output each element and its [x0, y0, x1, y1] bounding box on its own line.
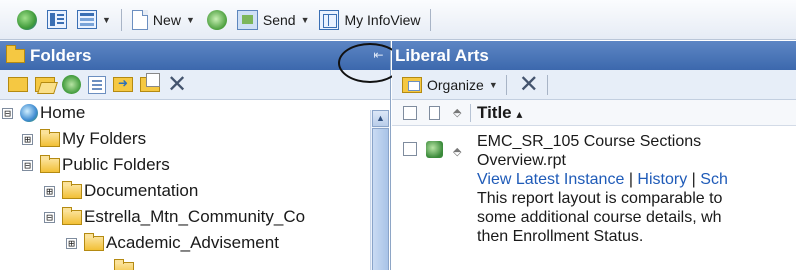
report-title-line-1[interactable]: EMC_SR_105 Course Sections: [477, 132, 728, 151]
list-view-button[interactable]: ▼: [74, 7, 114, 33]
folder-icon[interactable]: [8, 77, 28, 92]
folder-icon: [6, 44, 25, 63]
chevron-down-icon: ▼: [488, 79, 498, 90]
folders-title: Folders: [30, 45, 92, 65]
toolbar-separator: [120, 8, 122, 31]
column-divider: [470, 104, 471, 122]
tree-item-my-folders[interactable]: ⊞ My Folders: [22, 128, 146, 150]
send-refresh-button[interactable]: [204, 7, 230, 33]
expand-toggle[interactable]: ⊞: [44, 185, 55, 197]
organize-icon: [402, 76, 422, 93]
type-column-icon[interactable]: [429, 106, 440, 120]
link-separator: |: [691, 171, 701, 188]
organize-label: Organize: [427, 76, 484, 93]
infoview-icon: [319, 9, 340, 30]
collapse-toggle[interactable]: ⊟: [44, 211, 55, 223]
select-all-checkbox[interactable]: [403, 106, 417, 120]
folder-icon: [84, 232, 104, 251]
chevron-down-icon: ▼: [300, 14, 310, 25]
pin-column-icon[interactable]: ⬘: [453, 106, 461, 119]
schedule-link[interactable]: Sch: [700, 171, 728, 188]
scroll-up-arrow-icon[interactable]: ▲: [372, 110, 389, 127]
pin-icon[interactable]: ⬘: [453, 143, 461, 162]
tree-item-estrella[interactable]: ⊟ Estrella_Mtn_Community_Co: [44, 206, 305, 228]
send-label: Send: [262, 11, 296, 28]
copy-folder-icon[interactable]: [140, 73, 160, 92]
folder-icon: [114, 258, 134, 270]
title-column-header[interactable]: Title ▴: [477, 103, 522, 123]
folder-icon: [62, 180, 82, 199]
collapse-toggle[interactable]: ⊟: [2, 107, 13, 119]
folder-icon: [40, 128, 60, 147]
content-toolbar: Organize ▼ ✕: [392, 70, 796, 100]
tree-scrollbar[interactable]: ▲: [370, 110, 389, 270]
item-checkbox[interactable]: [403, 142, 417, 156]
crystal-report-icon: [426, 141, 443, 158]
folder-icon: [62, 206, 82, 225]
content-header: Liberal Arts: [392, 41, 796, 70]
list-view-icon: [77, 10, 97, 29]
send-icon: [236, 9, 258, 30]
home-icon: [20, 104, 38, 122]
main-toolbar: ▼ New ▼ Send ▼ My InfoView: [0, 0, 796, 40]
refresh-icon: [17, 9, 37, 30]
tree-item-public-folders[interactable]: ⊟ Public Folders: [22, 154, 170, 176]
tree-item-academic-advisement[interactable]: ⊞ Academic_Advisement: [66, 232, 279, 254]
report-description-line-2: some additional course details, wh: [477, 209, 722, 226]
report-description-line-3: then Enrollment Status.: [477, 228, 644, 245]
folders-toolbar: ✕: [0, 70, 390, 100]
tree-item-label: Documentation: [84, 181, 199, 200]
my-infoview-label: My InfoView: [344, 11, 421, 28]
tree-item-home[interactable]: ⊟ Home: [2, 102, 85, 124]
tree-item-label: Home: [40, 103, 86, 122]
folders-header: Folders ⇤: [0, 41, 390, 70]
tree-view-button[interactable]: [44, 7, 70, 33]
tree-item-documentation[interactable]: ⊞ Documentation: [44, 180, 198, 202]
delete-icon[interactable]: ✕: [519, 72, 539, 96]
tree-item-label: My Folders: [62, 129, 147, 148]
folder-title: Liberal Arts: [395, 45, 489, 65]
collapse-toggle[interactable]: ⊟: [22, 159, 33, 171]
title-column-label: Title: [477, 103, 512, 122]
organize-button[interactable]: Organize ▼: [402, 72, 498, 98]
chevron-down-icon: ▼: [185, 14, 195, 25]
content-pane: Liberal Arts Organize ▼ ✕ ⬘ Title ▴ ⬘ EM…: [392, 41, 796, 270]
new-document-icon: [131, 9, 148, 30]
open-folder-icon[interactable]: [35, 77, 55, 92]
tree-item-label: Academic_Advisement: [106, 233, 279, 252]
scroll-thumb[interactable]: [372, 128, 389, 270]
my-infoview-button[interactable]: My InfoView: [316, 7, 423, 33]
schedule-icon: [206, 9, 227, 30]
history-link[interactable]: History: [637, 171, 687, 188]
expand-toggle[interactable]: ⊞: [22, 133, 33, 145]
tree-item-label: Public Folders: [62, 155, 170, 174]
tree-view-icon: [47, 10, 67, 29]
expand-toggle[interactable]: ⊞: [66, 237, 77, 249]
folder-icon: [40, 154, 60, 173]
collapse-pane-button[interactable]: ⇤: [372, 47, 385, 63]
delete-icon[interactable]: ✕: [167, 72, 187, 96]
tree-item-partial[interactable]: [114, 258, 136, 270]
toolbar-separator: [430, 8, 432, 31]
toolbar-separator: [505, 74, 507, 95]
chevron-down-icon: ▼: [102, 14, 111, 25]
tree-item-label: Estrella_Mtn_Community_Co: [84, 207, 306, 226]
folder-tree: ⊟ Home ⊞ My Folders ⊟ Public Folders ⊞ D…: [0, 100, 390, 270]
move-folder-icon[interactable]: [113, 76, 133, 92]
properties-icon[interactable]: [88, 75, 106, 94]
report-description-line-1: This report layout is comparable to: [477, 190, 723, 207]
list-item: ⬘ EMC_SR_105 Course Sections Overview.rp…: [392, 126, 796, 246]
refresh-icon[interactable]: [62, 75, 81, 94]
refresh-button[interactable]: [14, 7, 40, 33]
view-latest-instance-link[interactable]: View Latest Instance: [477, 171, 624, 188]
new-button[interactable]: New ▼: [129, 7, 198, 33]
list-column-header: ⬘ Title ▴: [392, 100, 796, 126]
report-title-line-2[interactable]: Overview.rpt: [477, 151, 728, 170]
sort-ascending-icon: ▴: [516, 107, 523, 121]
new-label: New: [152, 11, 181, 28]
toolbar-separator: [546, 74, 548, 95]
folders-pane: Folders ⇤ ✕ ⊟ Home ⊞ My Folders ⊟ Public…: [0, 41, 391, 270]
send-button[interactable]: Send ▼: [234, 7, 313, 33]
